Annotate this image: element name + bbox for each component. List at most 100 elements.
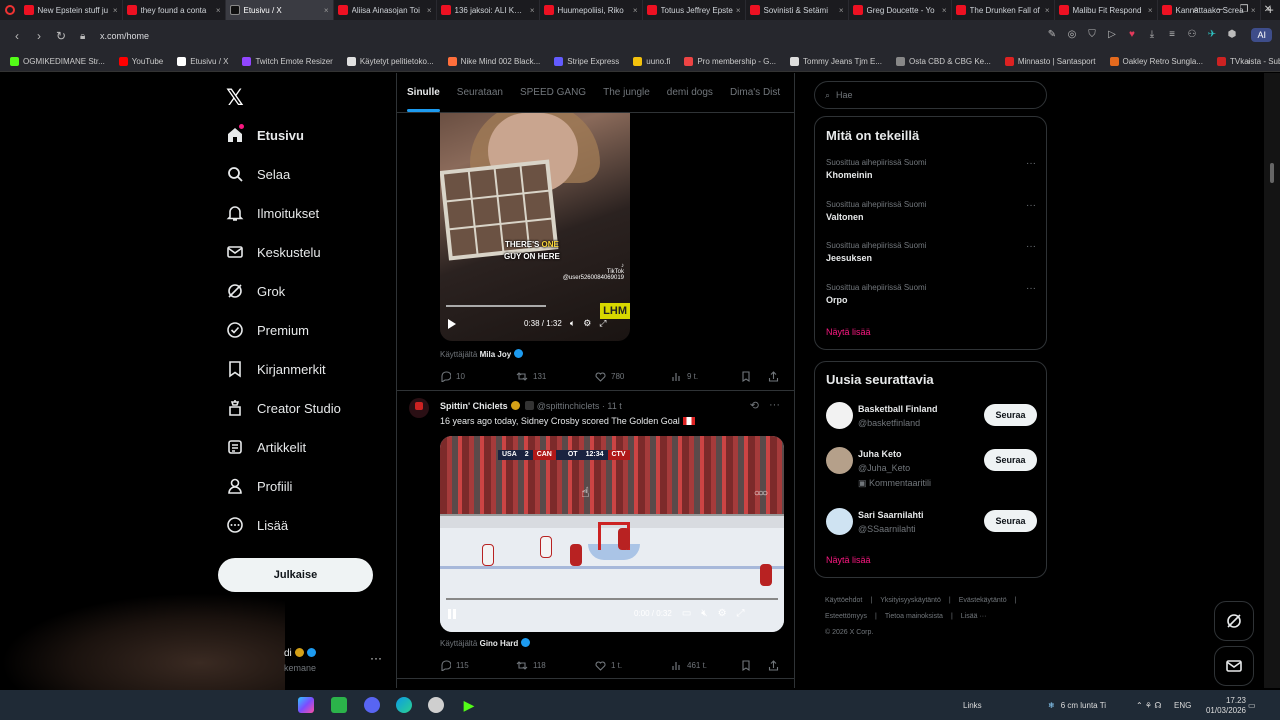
edit-icon[interactable]: ✎ — [1046, 29, 1058, 41]
volume-muted-icon[interactable]: 🔇︎ — [701, 608, 707, 619]
like-button[interactable]: 780 — [595, 371, 671, 382]
pause-button-icon[interactable] — [448, 608, 456, 619]
footer-link[interactable]: Käyttöehdot — [825, 597, 862, 604]
lock-icon[interactable]: 🔒︎ — [80, 31, 94, 42]
clock[interactable]: 17.23 01/03/2026 — [1206, 696, 1246, 716]
nav-item-profiili[interactable]: Profiili — [226, 474, 292, 498]
account-switcher[interactable]: di kemane — [284, 648, 316, 673]
close-tab-icon[interactable]: × — [942, 6, 947, 15]
bookmark-button[interactable] — [741, 370, 756, 382]
fullscreen-icon[interactable]: ⤢ — [599, 318, 606, 329]
video-progress-bar[interactable] — [446, 305, 546, 307]
settings-icon[interactable]: ⚙︎ — [583, 318, 591, 329]
bookmark-item[interactable]: Oakley Retro Sungla... — [1109, 57, 1203, 66]
post2-handle[interactable]: @spittinchiclets — [537, 401, 600, 411]
close-tab-icon[interactable]: × — [427, 6, 432, 15]
bookmark-item[interactable]: OGMIKEDIMANE Str... — [10, 57, 105, 66]
close-tab-icon[interactable]: × — [324, 6, 329, 15]
browser-tab[interactable]: Greg Doucette - Yo × — [849, 0, 952, 20]
browser-tab[interactable]: Etusivu / X × — [225, 0, 334, 20]
kick-icon[interactable]: ▶ — [461, 697, 477, 713]
discord-icon[interactable] — [364, 697, 380, 713]
heart-icon[interactable]: ♥ — [1126, 29, 1138, 41]
back-icon[interactable]: ‹ — [6, 29, 28, 43]
nav-item-selaa[interactable]: Selaa — [226, 162, 290, 186]
taskbar-app-icon[interactable] — [331, 697, 347, 713]
menu-icon[interactable]: ≡ — [1166, 29, 1178, 41]
bookmark-item[interactable]: Pro membership - G... — [684, 57, 776, 66]
copilot-icon[interactable] — [298, 697, 314, 713]
grok-explain-icon[interactable]: ⟲ — [750, 399, 759, 412]
cube-icon[interactable]: ⬢ — [1226, 29, 1238, 41]
hockey-video[interactable]: USA 2 CAN OT 12:34 CTV ○○○ ☝︎ 0:00 / 0:32 ▭ 🔇… — [440, 436, 784, 632]
avatar[interactable] — [826, 508, 853, 535]
bookmarks-overflow-icon[interactable]: › — [1247, 57, 1250, 66]
follow-suggestion[interactable]: Basketball Finland @basketfinland Seuraa — [826, 402, 1037, 442]
page-scrollbar[interactable] — [1264, 73, 1280, 688]
like-button[interactable]: 1 t. — [595, 660, 671, 671]
trend-item[interactable]: Suosittua aihepiirissä Suomi Jeesuksen ··· — [826, 241, 1036, 263]
timeline-tab[interactable]: Dima's Dist — [730, 87, 780, 98]
bookmark-item[interactable]: Etusivu / X — [177, 57, 228, 66]
video-progress-bar[interactable] — [446, 598, 778, 600]
profile-icon[interactable]: ⚇ — [1186, 29, 1198, 41]
post2-avatar[interactable] — [409, 398, 429, 418]
nav-item-lisää[interactable]: Lisää — [226, 513, 288, 537]
grok-fab[interactable] — [1214, 601, 1254, 641]
tray-icons[interactable]: ⌃ ⚘ ☊ — [1136, 701, 1161, 710]
scrollbar-thumb[interactable] — [1270, 163, 1274, 183]
browser-tab[interactable]: Huumepoliisi, Riko × — [540, 0, 643, 20]
repost-button[interactable]: 118 — [516, 660, 595, 671]
close-tab-icon[interactable]: × — [736, 6, 741, 15]
share-button[interactable] — [768, 659, 784, 671]
browser-tab[interactable]: Sovinisti & Setämi × — [746, 0, 849, 20]
nav-item-artikkelit[interactable]: Artikkelit — [226, 435, 306, 459]
maximize-button[interactable]: ❐ — [1232, 0, 1256, 20]
timeline-tab[interactable]: demi dogs — [667, 87, 713, 98]
repost-button[interactable]: 131 — [516, 371, 595, 382]
avatar[interactable] — [826, 402, 853, 429]
bookmark-button[interactable] — [741, 659, 756, 671]
shield-icon[interactable]: ⛉ — [1086, 29, 1098, 41]
views-button[interactable]: 9 t. — [671, 371, 698, 382]
browser-tab[interactable]: they found a conta × — [123, 0, 226, 20]
reply-button[interactable]: 10 — [440, 370, 516, 382]
edge-icon[interactable] — [396, 697, 412, 713]
settings-icon[interactable]: ⚙︎ — [718, 608, 727, 619]
trend-more-icon[interactable]: ··· — [1026, 283, 1036, 294]
reply-button[interactable]: 115 — [440, 659, 516, 671]
search-box[interactable]: ⌕ Hae — [814, 81, 1047, 109]
minimize-button[interactable]: – — [1208, 0, 1232, 20]
nav-item-keskustelu[interactable]: Keskustelu — [226, 240, 321, 264]
nav-item-creator-studio[interactable]: Creator Studio — [226, 396, 341, 420]
messages-fab[interactable] — [1214, 646, 1254, 686]
follow-button[interactable]: Seuraa — [984, 449, 1037, 471]
trend-item[interactable]: Suosittua aihepiirissä Suomi Orpo ··· — [826, 283, 1036, 305]
taskbar-app-icon-2[interactable] — [428, 697, 444, 713]
share-button[interactable] — [768, 370, 784, 382]
nav-item-etusivu[interactable]: Etusivu — [226, 123, 304, 147]
footer-link[interactable]: Yksityisyyskäytäntö — [880, 597, 941, 604]
follow-button[interactable]: Seuraa — [984, 404, 1037, 426]
bookmark-item[interactable]: Tommy Jeans Tjm E... — [790, 57, 882, 66]
follow-suggestion[interactable]: Sari Saarnilahti @SSaarnilahti Seuraa — [826, 508, 1037, 548]
reload-icon[interactable]: ↻ — [50, 29, 72, 43]
notification-icon[interactable]: ▭ — [1248, 701, 1256, 710]
footer-link[interactable]: Tietoa mainoksista — [885, 613, 943, 620]
timeline-tab[interactable]: SPEED GANG — [520, 87, 586, 98]
browser-tab[interactable]: Malibu Fit Respond × — [1055, 0, 1158, 20]
play-icon[interactable]: ▷ — [1106, 29, 1118, 41]
post2-author[interactable]: Spittin' Chiclets — [440, 401, 508, 411]
browser-tab[interactable]: New Epstein stuff ju × — [20, 0, 123, 20]
trend-more-icon[interactable]: ··· — [1026, 241, 1036, 252]
browser-tab[interactable]: 136 jaksoi: ALI KHAN × — [437, 0, 540, 20]
follow-button[interactable]: Seuraa — [984, 510, 1037, 532]
language-indicator[interactable]: ENG — [1174, 701, 1191, 710]
camera-icon[interactable]: ◎ — [1066, 29, 1078, 41]
bookmark-item[interactable]: Käytetyt pelitietoko... — [346, 57, 434, 66]
post2-time[interactable]: · 11 t — [602, 401, 622, 411]
post-more-icon[interactable]: ··· — [769, 399, 780, 412]
captions-icon[interactable]: ▭ — [682, 608, 691, 619]
browser-tab[interactable]: Totuus Jeffrey Epste × — [643, 0, 746, 20]
download-icon[interactable]: ⤓ — [1146, 29, 1158, 41]
